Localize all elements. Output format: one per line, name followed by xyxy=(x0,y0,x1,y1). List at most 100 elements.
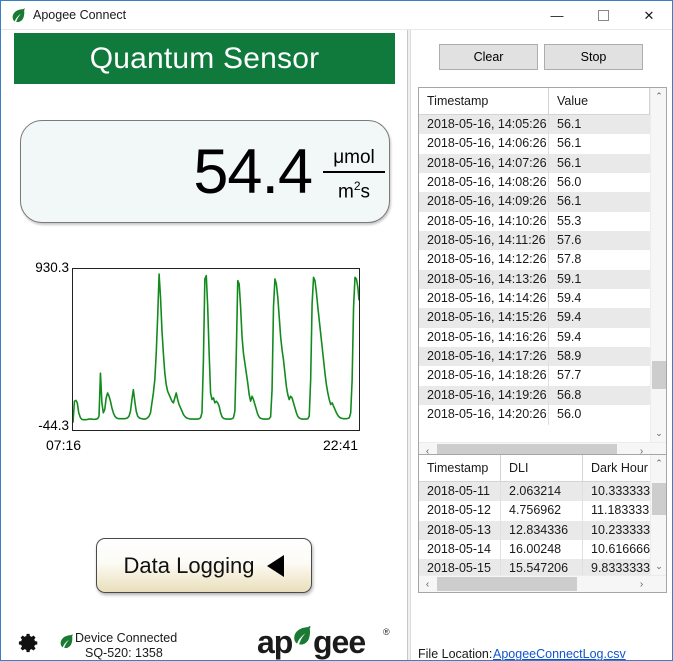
values-table-cell: 57.8 xyxy=(557,252,582,267)
chart-line-svg xyxy=(73,273,359,423)
dli-table-cell: 16.00248 xyxy=(501,540,583,560)
dli-vertical-scrollbar[interactable]: ⌃ ⌄ xyxy=(650,455,666,575)
values-table-row[interactable]: 2018-05-16, 14:17:26 58.9 xyxy=(419,347,650,367)
values-table-row[interactable]: 2018-05-16, 14:13:26 59.1 xyxy=(419,269,650,290)
left-triangle-icon xyxy=(267,554,285,577)
values-table-row[interactable]: 2018-05-16, 14:20:26 56.0 xyxy=(419,405,650,425)
units-denominator-base: m xyxy=(337,180,354,202)
values-table-row[interactable]: 2018-05-16, 14:12:26 57.8 xyxy=(419,250,650,270)
minimize-icon: — xyxy=(550,7,564,23)
leaf-status-icon xyxy=(60,634,73,649)
clear-button-label: Clear xyxy=(473,50,504,64)
scroll-up-icon[interactable]: ⌃ xyxy=(651,88,666,105)
scroll-down-icon[interactable]: ⌄ xyxy=(651,558,666,575)
scroll-down-icon[interactable]: ⌄ xyxy=(651,425,666,442)
svg-text:gee: gee xyxy=(313,624,365,660)
dli-table-row[interactable]: 2018-05-13 12.834336 10.233333 xyxy=(419,520,650,541)
dli-table-cell: 2018-05-13 xyxy=(419,520,501,541)
values-table-cell: 56.1 xyxy=(557,136,582,151)
scroll-right-icon[interactable]: › xyxy=(633,576,650,592)
leaf-icon xyxy=(12,8,25,23)
values-table-cell: 2018-05-16, 14:07:26 xyxy=(419,153,549,174)
dli-table-row[interactable]: 2018-05-12 4.756962 11.183333 xyxy=(419,501,650,521)
reading-value: 54.4 xyxy=(193,137,313,207)
x-axis-end-label: 22:41 xyxy=(323,437,359,453)
values-table-cell: 2018-05-16, 14:12:26 xyxy=(419,250,549,270)
values-table-cell: 2018-05-16, 14:15:26 xyxy=(419,308,549,328)
values-table-row[interactable]: 2018-05-16, 14:14:26 59.4 xyxy=(419,289,650,309)
data-logging-button[interactable]: Data Logging xyxy=(96,538,312,593)
dli-table-cell: 11.183333 xyxy=(591,503,650,518)
dli-table-cell: 10.233333 xyxy=(591,522,650,537)
values-table-cell: 56.0 xyxy=(557,175,582,190)
x-axis-start-label: 07:16 xyxy=(46,437,82,453)
units-denominator-tail: s xyxy=(360,180,371,202)
values-table-row[interactable]: 2018-05-16, 14:05:26 56.1 xyxy=(419,115,650,135)
values-table-cell: 56.1 xyxy=(557,194,582,209)
values-table: Timestamp Value 2018-05-16, 14:05:26 56.1… xyxy=(418,87,667,460)
scroll-left-icon[interactable]: ‹ xyxy=(419,576,436,592)
file-location-label: File Location: xyxy=(418,647,493,661)
values-table-row[interactable]: 2018-05-16, 14:19:26 56.8 xyxy=(419,385,650,406)
values-table-cell: 2018-05-16, 14:19:26 xyxy=(419,385,549,406)
values-table-row[interactable]: 2018-05-16, 14:15:26 59.4 xyxy=(419,308,650,328)
dli-vscroll-thumb[interactable] xyxy=(652,483,666,515)
chart-series-ppfd xyxy=(73,273,359,423)
device-model-text: SQ-520: 1358 xyxy=(85,646,163,660)
values-table-cell: 2018-05-16, 14:09:26 xyxy=(419,192,549,212)
gear-icon[interactable] xyxy=(18,632,40,654)
values-table-cell: 57.6 xyxy=(557,233,582,248)
units-numerator: μmol xyxy=(333,147,375,168)
values-table-row[interactable]: 2018-05-16, 14:07:26 56.1 xyxy=(419,153,650,174)
values-table-cell: 55.3 xyxy=(557,213,582,228)
values-vertical-scrollbar[interactable]: ⌃ ⌄ xyxy=(650,88,666,442)
scroll-up-icon[interactable]: ⌃ xyxy=(651,455,666,472)
svg-text:ap: ap xyxy=(257,624,293,660)
registered-mark: ® xyxy=(383,627,390,637)
pane-splitter[interactable] xyxy=(407,30,411,660)
clear-button[interactable]: Clear xyxy=(439,44,538,70)
values-table-row[interactable]: 2018-05-16, 14:08:26 56.0 xyxy=(419,173,650,193)
values-table-row[interactable]: 2018-05-16, 14:06:26 56.1 xyxy=(419,134,650,154)
close-button[interactable]: ✕ xyxy=(626,1,672,29)
values-table-cell: 57.7 xyxy=(557,368,582,383)
values-table-cell: 59.1 xyxy=(557,271,582,286)
dli-table-cell: 2.063214 xyxy=(501,482,583,502)
dli-table-cell: 2018-05-11 xyxy=(419,482,501,502)
values-table-cell: 2018-05-16, 14:05:26 xyxy=(419,115,549,135)
minimize-button[interactable]: — xyxy=(534,1,580,29)
dli-table-cell: 10.333333 xyxy=(591,484,650,498)
dli-hscroll-thumb[interactable] xyxy=(437,577,577,591)
values-col-value[interactable]: Value xyxy=(549,88,650,114)
values-table-row[interactable]: 2018-05-16, 14:16:26 59.4 xyxy=(419,327,650,348)
values-table-cell: 56.1 xyxy=(557,155,582,170)
values-vscroll-thumb[interactable] xyxy=(652,361,666,389)
page-title: Quantum Sensor xyxy=(89,41,320,75)
dli-col-dli[interactable]: DLI xyxy=(501,455,583,481)
chart-plot-area xyxy=(72,268,360,431)
values-table-row[interactable]: 2018-05-16, 14:10:26 55.3 xyxy=(419,211,650,232)
ppfd-chart: 930.3 -44.3 07:16 22:41 xyxy=(1,230,407,453)
stop-button[interactable]: Stop xyxy=(544,44,643,70)
device-status-text: Device Connected xyxy=(75,631,178,645)
maximize-button[interactable] xyxy=(580,1,626,29)
values-table-header: Timestamp Value xyxy=(419,88,666,115)
units-denominator: m2s xyxy=(321,174,387,204)
values-table-cell: 2018-05-16, 14:18:26 xyxy=(419,366,549,386)
file-location-link[interactable]: ApogeeConnectLog.csv xyxy=(493,647,626,660)
values-table-row[interactable]: 2018-05-16, 14:09:26 56.1 xyxy=(419,192,650,212)
dli-table-cell: 10.616666 xyxy=(591,542,650,557)
values-table-row[interactable]: 2018-05-16, 14:18:26 57.7 xyxy=(419,366,650,386)
dli-table-cell: 4.756962 xyxy=(501,501,583,521)
dli-col-timestamp[interactable]: Timestamp xyxy=(419,455,501,481)
values-table-cell: 2018-05-16, 14:08:26 xyxy=(419,173,549,193)
dli-col-dark-hours[interactable]: Dark Hour xyxy=(583,455,650,481)
values-table-cell: 2018-05-16, 14:16:26 xyxy=(419,327,549,348)
dli-table-row[interactable]: 2018-05-14 16.00248 10.616666 xyxy=(419,540,650,560)
dli-table: Timestamp DLI Dark Hour 2018-05-11 2.0632… xyxy=(418,454,667,593)
dli-table-row[interactable]: 2018-05-11 2.063214 10.333333 xyxy=(419,482,650,502)
stop-button-label: Stop xyxy=(580,50,607,64)
values-table-row[interactable]: 2018-05-16, 14:11:26 57.6 xyxy=(419,231,650,251)
dli-horizontal-scrollbar[interactable]: ‹ › xyxy=(419,575,666,592)
values-col-timestamp[interactable]: Timestamp xyxy=(419,88,549,114)
